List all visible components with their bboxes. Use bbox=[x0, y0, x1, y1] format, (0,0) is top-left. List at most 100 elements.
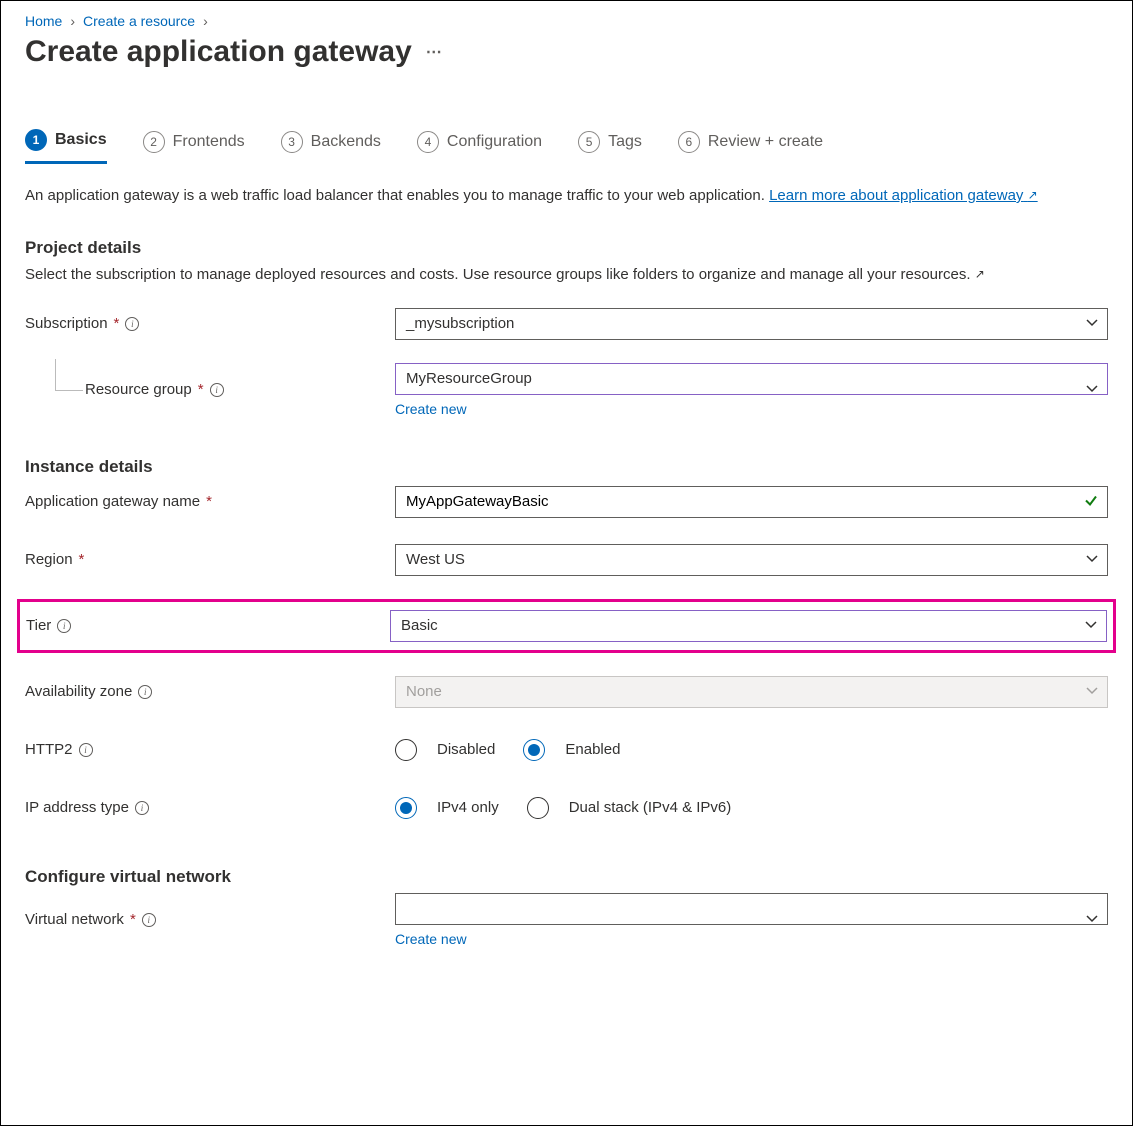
select-value: None bbox=[406, 683, 442, 700]
tree-line-icon bbox=[55, 359, 83, 391]
select-value: Basic bbox=[401, 617, 438, 634]
chevron-down-icon bbox=[1086, 382, 1098, 398]
project-details-desc: Select the subscription to manage deploy… bbox=[25, 264, 1108, 285]
resource-group-label: Resource group * i bbox=[25, 381, 395, 398]
external-link-icon: ↗ bbox=[1028, 188, 1038, 202]
info-icon[interactable]: i bbox=[210, 383, 224, 397]
http2-disabled-radio[interactable] bbox=[395, 739, 417, 761]
chevron-down-icon bbox=[1086, 552, 1098, 568]
availability-zone-select: None bbox=[395, 676, 1108, 708]
ipv4-only-radio[interactable] bbox=[395, 797, 417, 819]
required-icon: * bbox=[79, 551, 85, 568]
tab-label: Frontends bbox=[173, 133, 245, 151]
step-number: 1 bbox=[25, 129, 47, 151]
http2-label: HTTP2 i bbox=[25, 741, 395, 758]
chevron-down-icon bbox=[1086, 684, 1098, 700]
dual-stack-radio[interactable] bbox=[527, 797, 549, 819]
label-text: Tier bbox=[26, 617, 51, 634]
required-icon: * bbox=[114, 315, 120, 332]
breadcrumb-create-resource[interactable]: Create a resource bbox=[83, 13, 195, 29]
tab-tags[interactable]: 5 Tags bbox=[578, 129, 642, 164]
availability-zone-label: Availability zone i bbox=[25, 683, 395, 700]
select-value: West US bbox=[406, 551, 465, 568]
tier-label: Tier i bbox=[26, 617, 390, 634]
label-text: Subscription bbox=[25, 315, 108, 332]
check-icon bbox=[1084, 493, 1098, 510]
region-label: Region * bbox=[25, 551, 395, 568]
info-icon[interactable]: i bbox=[79, 743, 93, 757]
select-value: MyResourceGroup bbox=[406, 370, 532, 387]
chevron-down-icon bbox=[1086, 912, 1098, 928]
learn-more-label: Learn more about application gateway bbox=[769, 187, 1023, 204]
section-instance-details: Instance details bbox=[25, 457, 1108, 477]
gateway-name-label: Application gateway name * bbox=[25, 493, 395, 510]
tier-select[interactable]: Basic bbox=[390, 610, 1107, 642]
tab-label: Tags bbox=[608, 133, 642, 151]
tier-highlight: Tier i Basic bbox=[17, 599, 1116, 653]
label-text: Resource group bbox=[85, 381, 192, 398]
tab-configuration[interactable]: 4 Configuration bbox=[417, 129, 542, 164]
gateway-name-input[interactable] bbox=[395, 486, 1108, 518]
breadcrumb-home[interactable]: Home bbox=[25, 13, 62, 29]
ip-type-radio-group: IPv4 only Dual stack (IPv4 & IPv6) bbox=[395, 797, 1108, 819]
required-icon: * bbox=[130, 911, 136, 928]
subscription-select[interactable]: _mysubscription bbox=[395, 308, 1108, 340]
info-icon[interactable]: i bbox=[125, 317, 139, 331]
label-text: Region bbox=[25, 551, 73, 568]
required-icon: * bbox=[198, 381, 204, 398]
tab-label: Basics bbox=[55, 131, 107, 149]
project-details-desc-text: Select the subscription to manage deploy… bbox=[25, 266, 971, 283]
breadcrumb: Home › Create a resource › bbox=[25, 13, 1108, 29]
radio-label: Enabled bbox=[565, 741, 620, 758]
radio-label: Dual stack (IPv4 & IPv6) bbox=[569, 799, 732, 816]
page-title: Create application gateway ⋯ bbox=[25, 35, 1108, 69]
http2-radio-group: Disabled Enabled bbox=[395, 739, 1108, 761]
tab-label: Backends bbox=[311, 133, 381, 151]
chevron-right-icon: › bbox=[203, 13, 208, 29]
info-icon[interactable]: i bbox=[138, 685, 152, 699]
step-number: 4 bbox=[417, 131, 439, 153]
ip-type-label: IP address type i bbox=[25, 799, 395, 816]
label-text: IP address type bbox=[25, 799, 129, 816]
vnet-label: Virtual network * i bbox=[25, 911, 395, 928]
region-select[interactable]: West US bbox=[395, 544, 1108, 576]
vnet-select[interactable] bbox=[395, 893, 1108, 925]
info-icon[interactable]: i bbox=[142, 913, 156, 927]
learn-more-link[interactable]: Learn more about application gateway ↗ bbox=[769, 187, 1038, 204]
tab-label: Configuration bbox=[447, 133, 542, 151]
create-new-vnet-link[interactable]: Create new bbox=[395, 931, 467, 947]
tab-frontends[interactable]: 2 Frontends bbox=[143, 129, 245, 164]
chevron-down-icon bbox=[1085, 618, 1097, 634]
step-number: 2 bbox=[143, 131, 165, 153]
step-number: 6 bbox=[678, 131, 700, 153]
select-value: _mysubscription bbox=[406, 315, 514, 332]
tab-label: Review + create bbox=[708, 133, 823, 151]
label-text: Availability zone bbox=[25, 683, 132, 700]
page-title-text: Create application gateway bbox=[25, 35, 412, 69]
info-icon[interactable]: i bbox=[57, 619, 71, 633]
label-text: HTTP2 bbox=[25, 741, 73, 758]
chevron-down-icon bbox=[1086, 316, 1098, 332]
radio-label: Disabled bbox=[437, 741, 495, 758]
label-text: Virtual network bbox=[25, 911, 124, 928]
create-new-resource-group-link[interactable]: Create new bbox=[395, 401, 467, 417]
intro-text: An application gateway is a web traffic … bbox=[25, 185, 1108, 208]
required-icon: * bbox=[206, 493, 212, 510]
resource-group-select[interactable]: MyResourceGroup bbox=[395, 363, 1108, 395]
step-number: 3 bbox=[281, 131, 303, 153]
tab-backends[interactable]: 3 Backends bbox=[281, 129, 381, 164]
subscription-label: Subscription * i bbox=[25, 315, 395, 332]
more-icon[interactable]: ⋯ bbox=[426, 42, 444, 62]
tab-basics[interactable]: 1 Basics bbox=[25, 129, 107, 164]
radio-label: IPv4 only bbox=[437, 799, 499, 816]
http2-enabled-radio[interactable] bbox=[523, 739, 545, 761]
wizard-tabs: 1 Basics 2 Frontends 3 Backends 4 Config… bbox=[25, 129, 1108, 165]
label-text: Application gateway name bbox=[25, 493, 200, 510]
step-number: 5 bbox=[578, 131, 600, 153]
chevron-right-icon: › bbox=[70, 13, 75, 29]
section-vnet: Configure virtual network bbox=[25, 867, 1108, 887]
section-project-details: Project details bbox=[25, 238, 1108, 258]
tab-review-create[interactable]: 6 Review + create bbox=[678, 129, 823, 164]
info-icon[interactable]: i bbox=[135, 801, 149, 815]
intro-body: An application gateway is a web traffic … bbox=[25, 187, 769, 204]
